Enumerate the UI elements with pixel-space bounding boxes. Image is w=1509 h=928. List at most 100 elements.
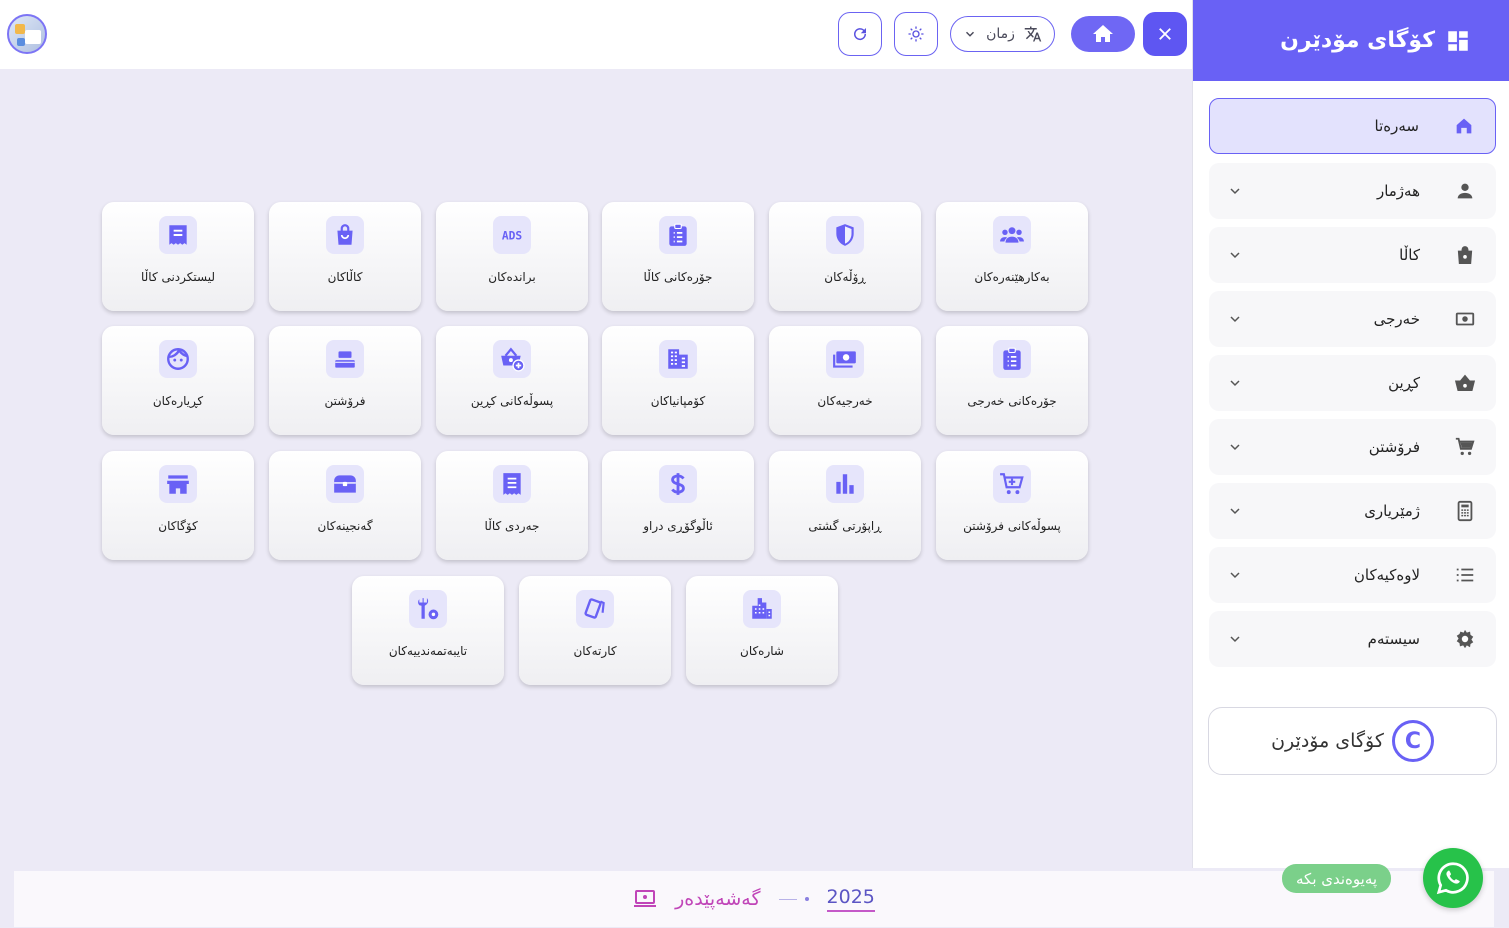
- dashboard-icon: [1448, 30, 1468, 51]
- chevron-down-icon: [966, 31, 975, 37]
- card-label: پسوڵەکانی کڕین: [470, 394, 554, 408]
- card-roles[interactable]: ڕۆڵەکان: [769, 202, 921, 311]
- card-inventory[interactable]: جەردی کاڵا: [436, 451, 588, 560]
- card-product-listing[interactable]: لیستکردنی کاڵا: [102, 202, 254, 311]
- chest-icon: [334, 475, 356, 493]
- copyright-icon: C: [1391, 720, 1434, 762]
- card-label: جەردی کاڵا: [484, 519, 540, 533]
- sidebar-item-accounts[interactable]: هەژمار: [1209, 163, 1496, 219]
- card-label: براندەکان: [488, 270, 536, 284]
- whatsapp-icon: [1436, 862, 1469, 895]
- sidebar-header: کۆگای مۆدێرن: [1193, 0, 1509, 81]
- developer-link[interactable]: گەشەپێدەر: [675, 888, 760, 910]
- receipt-long-icon: [503, 473, 521, 495]
- card-purchase-invoices[interactable]: پسوڵەکانی کڕین: [436, 326, 588, 435]
- face-icon: [167, 347, 189, 370]
- basket-add-icon: [501, 347, 525, 372]
- shopping-bag-icon: [1457, 246, 1473, 264]
- clipboard-list-icon: [669, 223, 687, 246]
- user-avatar[interactable]: [7, 14, 47, 54]
- sidebar-item-label: هەژمار: [1376, 182, 1420, 200]
- chevron-down-icon: [1230, 380, 1240, 387]
- card-users[interactable]: بەکارهێنەرەکان: [936, 202, 1088, 311]
- sidebar-item-secondary[interactable]: لاوەکیەکان: [1209, 547, 1496, 603]
- sidebar-item-label: ژمێریاری: [1364, 502, 1420, 520]
- sidebar: کۆگای مۆدێرن سەرەتا هەژمار کاڵا خەرجی کڕ…: [1192, 0, 1509, 868]
- tools-icon: [418, 598, 439, 620]
- card-currency-exchange[interactable]: ئاڵوگۆڕی دراو: [602, 451, 754, 560]
- top-bar: زمان: [0, 0, 1192, 69]
- copyright-box: کۆگای مۆدێرن C: [1208, 707, 1497, 775]
- sidebar-item-label: فرۆشتن: [1368, 438, 1420, 456]
- chevron-down-icon: [1230, 508, 1240, 515]
- card-cities[interactable]: شارەکان: [686, 576, 838, 685]
- ads-icon: ADS: [502, 229, 523, 242]
- sidebar-item-purchases[interactable]: کڕین: [1209, 355, 1496, 411]
- person-icon: [1457, 183, 1473, 199]
- close-sidebar-button[interactable]: [1143, 12, 1187, 56]
- chevron-down-icon: [1230, 252, 1240, 259]
- card-customers[interactable]: کڕیارەکان: [102, 326, 254, 435]
- card-sales[interactable]: فرۆشتن: [269, 326, 421, 435]
- chevron-down-icon: [1230, 188, 1240, 195]
- sidebar-item-expenses[interactable]: خەرجی: [1209, 291, 1496, 347]
- chevron-down-icon: [1230, 444, 1240, 451]
- brand-name: کۆگای مۆدێرن: [1280, 28, 1435, 53]
- refresh-button[interactable]: [838, 12, 882, 56]
- footer-separator: [778, 897, 809, 901]
- card-general-report[interactable]: ڕاپۆرتی گشتی: [769, 451, 921, 560]
- theme-toggle-button[interactable]: [894, 12, 938, 56]
- svg-text:ADS: ADS: [502, 229, 523, 242]
- home-button[interactable]: [1071, 16, 1135, 52]
- gear-icon: [1456, 629, 1474, 649]
- card-expense-types[interactable]: جۆرەکانی خەرجی: [936, 326, 1088, 435]
- chevron-down-icon: [1230, 316, 1240, 323]
- card-expenses[interactable]: خەرجیەکان: [769, 326, 921, 435]
- sidebar-item-products[interactable]: کاڵا: [1209, 227, 1496, 283]
- language-select[interactable]: زمان: [950, 16, 1055, 52]
- sidebar-item-label: کڕین: [1388, 374, 1420, 392]
- sidebar-item-label: سیستەم: [1367, 630, 1420, 648]
- card-label: کاڵاکان: [327, 270, 363, 284]
- card-features[interactable]: تایبەتمەندییەکان: [352, 576, 504, 685]
- card-companies[interactable]: کۆمپانیاکان: [602, 326, 754, 435]
- card-stores[interactable]: کۆگاکان: [102, 451, 254, 560]
- card-treasuries[interactable]: گەنجینەکان: [269, 451, 421, 560]
- bar-chart-icon: [836, 474, 854, 494]
- card-label: جۆرەکانی کاڵا: [643, 270, 713, 284]
- whatsapp-label[interactable]: پەیوەندی بکە: [1282, 864, 1392, 893]
- basket-icon: [1454, 374, 1476, 392]
- cards-icon: [584, 598, 605, 619]
- sidebar-item-system[interactable]: سیستەم: [1209, 611, 1496, 667]
- language-label: زمان: [986, 26, 1015, 42]
- chevron-down-icon: [1230, 572, 1240, 579]
- card-label: فرۆشتن: [324, 394, 366, 408]
- card-sales-invoices[interactable]: پسوڵەکانی فرۆشتن: [936, 451, 1088, 560]
- money-icon: [833, 351, 856, 368]
- sidebar-item-label: لاوەکیەکان: [1353, 566, 1420, 584]
- footer: گەشەپێدەر 2025: [14, 871, 1494, 927]
- laptop-icon: [634, 890, 657, 907]
- card-label: تایبەتمەندییەکان: [388, 644, 468, 658]
- close-icon: [1159, 28, 1171, 40]
- card-products[interactable]: کاڵاکان: [269, 202, 421, 311]
- building-icon: [668, 349, 688, 369]
- card-cards[interactable]: کارتەکان: [519, 576, 671, 685]
- city-icon: [752, 598, 772, 619]
- shield-icon: [836, 224, 854, 246]
- card-brands[interactable]: ADS براندەکان: [436, 202, 588, 311]
- refresh-icon: [854, 28, 867, 41]
- cart-icon: [1000, 473, 1024, 495]
- sidebar-item-accounting[interactable]: ژمێریاری: [1209, 483, 1496, 539]
- list-icon: [1456, 568, 1474, 582]
- sidebar-item-label: خەرجی: [1373, 310, 1420, 328]
- card-label: لیستکردنی کاڵا: [140, 270, 216, 284]
- card-product-types[interactable]: جۆرەکانی کاڵا: [602, 202, 754, 311]
- whatsapp-button[interactable]: [1423, 848, 1483, 908]
- card-label: کارتەکان: [573, 644, 617, 658]
- dollar-icon: [671, 473, 685, 495]
- cart-icon: [1455, 437, 1475, 456]
- sidebar-item-sales[interactable]: فرۆشتن: [1209, 419, 1496, 475]
- sidebar-item-home[interactable]: سەرەتا: [1209, 98, 1496, 154]
- translate-icon: [1024, 26, 1041, 42]
